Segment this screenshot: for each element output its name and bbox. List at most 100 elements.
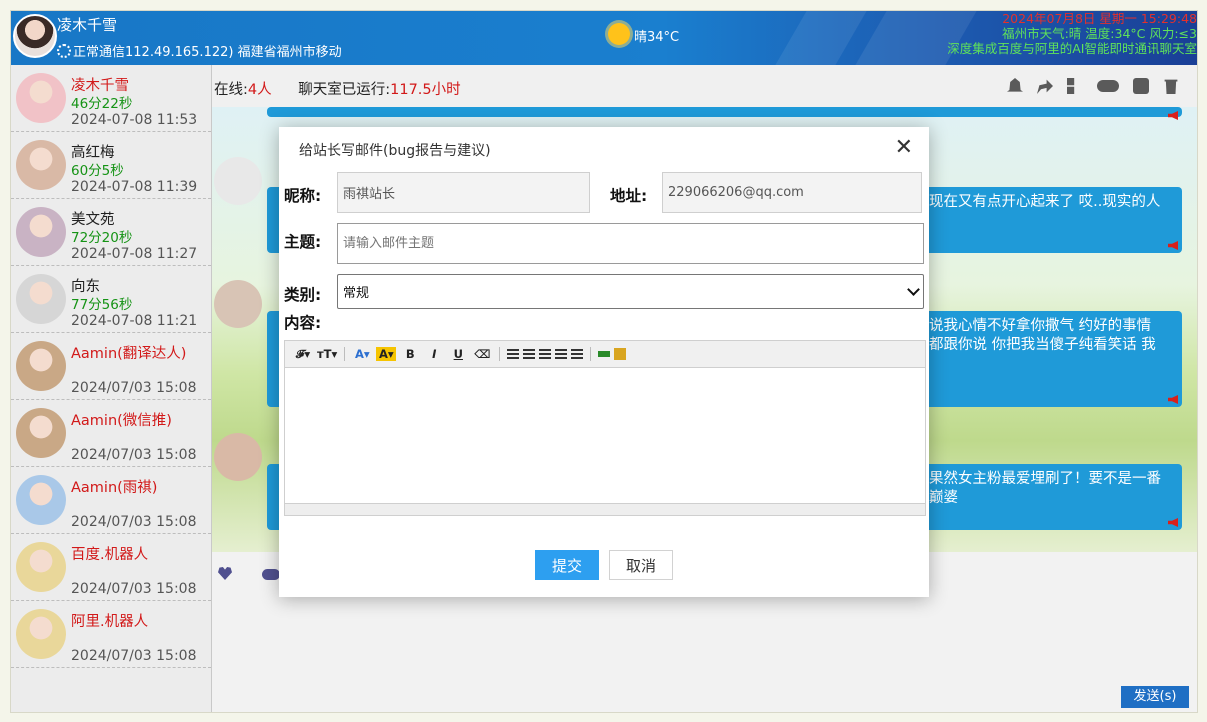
user-avatar[interactable] bbox=[16, 475, 66, 525]
user-list-item[interactable]: 凌木千雪 46分22秒 2024-07-08 11:53 bbox=[11, 65, 211, 132]
highlight-button[interactable]: A▾ bbox=[376, 347, 397, 361]
italic-button[interactable]: I bbox=[424, 347, 444, 361]
user-avatar[interactable] bbox=[16, 542, 66, 592]
speaker-icon[interactable] bbox=[1168, 395, 1178, 404]
runtime-value: 117.5小时 bbox=[390, 82, 461, 98]
close-icon[interactable]: ✕ bbox=[895, 137, 913, 159]
user-list-item[interactable]: 向东 77分56秒 2024-07-08 11:21 bbox=[11, 266, 211, 333]
user-list-item[interactable]: 高红梅 60分5秒 2024-07-08 11:39 bbox=[11, 132, 211, 199]
user-login-time: 2024/07/03 15:08 bbox=[71, 581, 197, 597]
user-login-time: 2024-07-08 11:53 bbox=[71, 112, 198, 128]
font-color-button[interactable]: A▾ bbox=[352, 347, 372, 361]
nickname-label: 昵称: bbox=[284, 187, 322, 205]
speaker-icon[interactable] bbox=[1168, 111, 1178, 120]
insert-row-icon[interactable] bbox=[598, 351, 611, 357]
user-online-duration: 77分56秒 bbox=[71, 297, 133, 313]
email-modal: 给站长写邮件(bug报告与建议) ✕ 昵称: 雨祺站长 地址: 22906620… bbox=[279, 127, 929, 597]
user-name: Aamin(翻译达人) bbox=[71, 346, 187, 362]
edit-source-icon[interactable] bbox=[614, 348, 627, 360]
modal-title: 给站长写邮件(bug报告与建议) bbox=[299, 143, 491, 159]
nickname-field[interactable]: 雨祺站长 bbox=[337, 172, 590, 213]
user-login-time: 2024-07-08 11:39 bbox=[71, 179, 198, 195]
user-avatar[interactable] bbox=[16, 341, 66, 391]
align-left-icon[interactable] bbox=[507, 349, 520, 359]
user-avatar[interactable] bbox=[16, 408, 66, 458]
underline-button[interactable]: U bbox=[448, 347, 468, 361]
user-online-duration: 60分5秒 bbox=[71, 163, 124, 179]
unordered-list-icon[interactable] bbox=[571, 349, 584, 359]
rich-text-editor: 𝓕▾ тT▾ A▾ A▾ B I U ⌫ bbox=[284, 340, 926, 516]
cancel-button[interactable]: 取消 bbox=[609, 550, 673, 580]
user-avatar[interactable] bbox=[16, 207, 66, 257]
message-avatar[interactable] bbox=[214, 433, 262, 481]
runtime-label: 聊天室已运行: bbox=[298, 82, 391, 98]
slogan: 深度集成百度与阿里的AI智能即时通讯聊天室 bbox=[947, 41, 1197, 56]
online-user-list: 凌木千雪 46分22秒 2024-07-08 11:53 高红梅 60分5秒 2024-0… bbox=[11, 65, 212, 712]
chat-toolbar bbox=[1007, 78, 1179, 94]
user-avatar[interactable] bbox=[16, 73, 66, 123]
align-right-icon[interactable] bbox=[539, 349, 552, 359]
editor-content[interactable] bbox=[285, 368, 925, 503]
font-size-button[interactable]: тT▾ bbox=[317, 347, 337, 361]
user-list-item[interactable]: 百度.机器人 2024/07/03 15:08 bbox=[11, 534, 211, 601]
sun-icon bbox=[608, 23, 630, 45]
category-select[interactable]: 常规 bbox=[337, 274, 924, 309]
connection-status: 正常通信112.49.165.122) 福建省福州市移动 bbox=[57, 41, 342, 60]
share-icon[interactable] bbox=[1037, 79, 1053, 94]
send-button[interactable]: 发送(s) bbox=[1121, 686, 1189, 708]
font-family-button[interactable]: 𝓕▾ bbox=[293, 347, 313, 362]
user-list-item[interactable]: Aamin(雨祺) 2024/07/03 15:08 bbox=[11, 467, 211, 534]
category-value: 常规 bbox=[343, 286, 370, 301]
message-text: 现在又有点开心起来了 哎..现实的人 bbox=[929, 194, 1161, 210]
bell-icon[interactable] bbox=[1007, 78, 1023, 92]
user-online-duration: 46分22秒 bbox=[71, 96, 133, 112]
trash-icon[interactable] bbox=[1164, 79, 1178, 94]
user-list-item[interactable]: 美文苑 72分20秒 2024-07-08 11:27 bbox=[11, 199, 211, 266]
nickname-value: 雨祺站长 bbox=[343, 187, 396, 202]
subject-input[interactable] bbox=[343, 236, 918, 251]
align-center-icon[interactable] bbox=[523, 349, 536, 359]
submit-button[interactable]: 提交 bbox=[535, 550, 599, 580]
subject-field[interactable] bbox=[337, 223, 924, 264]
message-text: 说我心情不好拿你撒气 约好的事情 都跟你说 你把我当傻子纯看笑话 我 bbox=[929, 318, 1156, 353]
user-list-item[interactable]: Aamin(微信推) 2024/07/03 15:08 bbox=[11, 400, 211, 467]
user-login-time: 2024/07/03 15:08 bbox=[71, 514, 197, 530]
heart-icon[interactable] bbox=[218, 567, 232, 580]
room-stats: 在线:4人 聊天室已运行:117.5小时 bbox=[214, 78, 461, 99]
rss-icon[interactable] bbox=[1133, 78, 1149, 94]
user-name: 百度.机器人 bbox=[71, 547, 149, 563]
layout-icon[interactable] bbox=[1067, 78, 1075, 94]
speaker-icon[interactable] bbox=[1168, 518, 1178, 527]
user-avatar[interactable] bbox=[16, 274, 66, 324]
header-info: 2024年07月8日 星期一 15:29:48 福州市天气:晴 温度:34°C … bbox=[947, 11, 1197, 56]
user-avatar[interactable] bbox=[16, 140, 66, 190]
user-login-time: 2024/07/03 15:08 bbox=[71, 380, 197, 396]
user-online-duration: 72分20秒 bbox=[71, 230, 133, 246]
message-text: 果然女主粉最爱埋刷了！要不是一番 巅婆 bbox=[929, 471, 1161, 506]
cloud-icon[interactable] bbox=[262, 569, 280, 580]
user-login-time: 2024/07/03 15:08 bbox=[71, 648, 197, 664]
loading-icon bbox=[57, 44, 71, 58]
current-user-avatar[interactable] bbox=[13, 14, 57, 58]
user-name: Aamin(雨祺) bbox=[71, 480, 158, 496]
subject-label: 主题: bbox=[284, 233, 322, 251]
message-avatar[interactable] bbox=[214, 157, 262, 205]
header-bar: 凌木千雪 正常通信112.49.165.122) 福建省福州市移动 晴34°C … bbox=[11, 11, 1197, 65]
bold-button[interactable]: B bbox=[400, 347, 420, 361]
speaker-icon[interactable] bbox=[1168, 241, 1178, 250]
message-avatar[interactable] bbox=[214, 280, 262, 328]
editor-toolbar: 𝓕▾ тT▾ A▾ A▾ B I U ⌫ bbox=[285, 341, 925, 368]
user-name: Aamin(微信推) bbox=[71, 413, 172, 429]
user-list-item[interactable]: 阿里.机器人 2024/07/03 15:08 bbox=[11, 601, 211, 668]
eraser-icon[interactable]: ⌫ bbox=[472, 347, 492, 361]
toggle-icon[interactable] bbox=[1097, 80, 1119, 92]
user-name: 阿里.机器人 bbox=[71, 614, 149, 630]
user-avatar[interactable] bbox=[16, 609, 66, 659]
online-count: 4人 bbox=[247, 82, 272, 98]
connection-status-text: 正常通信112.49.165.122) 福建省福州市移动 bbox=[73, 45, 342, 60]
online-label: 在线: bbox=[214, 82, 248, 98]
message-bubble bbox=[267, 107, 1182, 120]
user-list-item[interactable]: Aamin(翻译达人) 2024/07/03 15:08 bbox=[11, 333, 211, 400]
address-field[interactable]: 229066206@qq.com bbox=[662, 172, 922, 213]
ordered-list-icon[interactable] bbox=[555, 349, 568, 359]
